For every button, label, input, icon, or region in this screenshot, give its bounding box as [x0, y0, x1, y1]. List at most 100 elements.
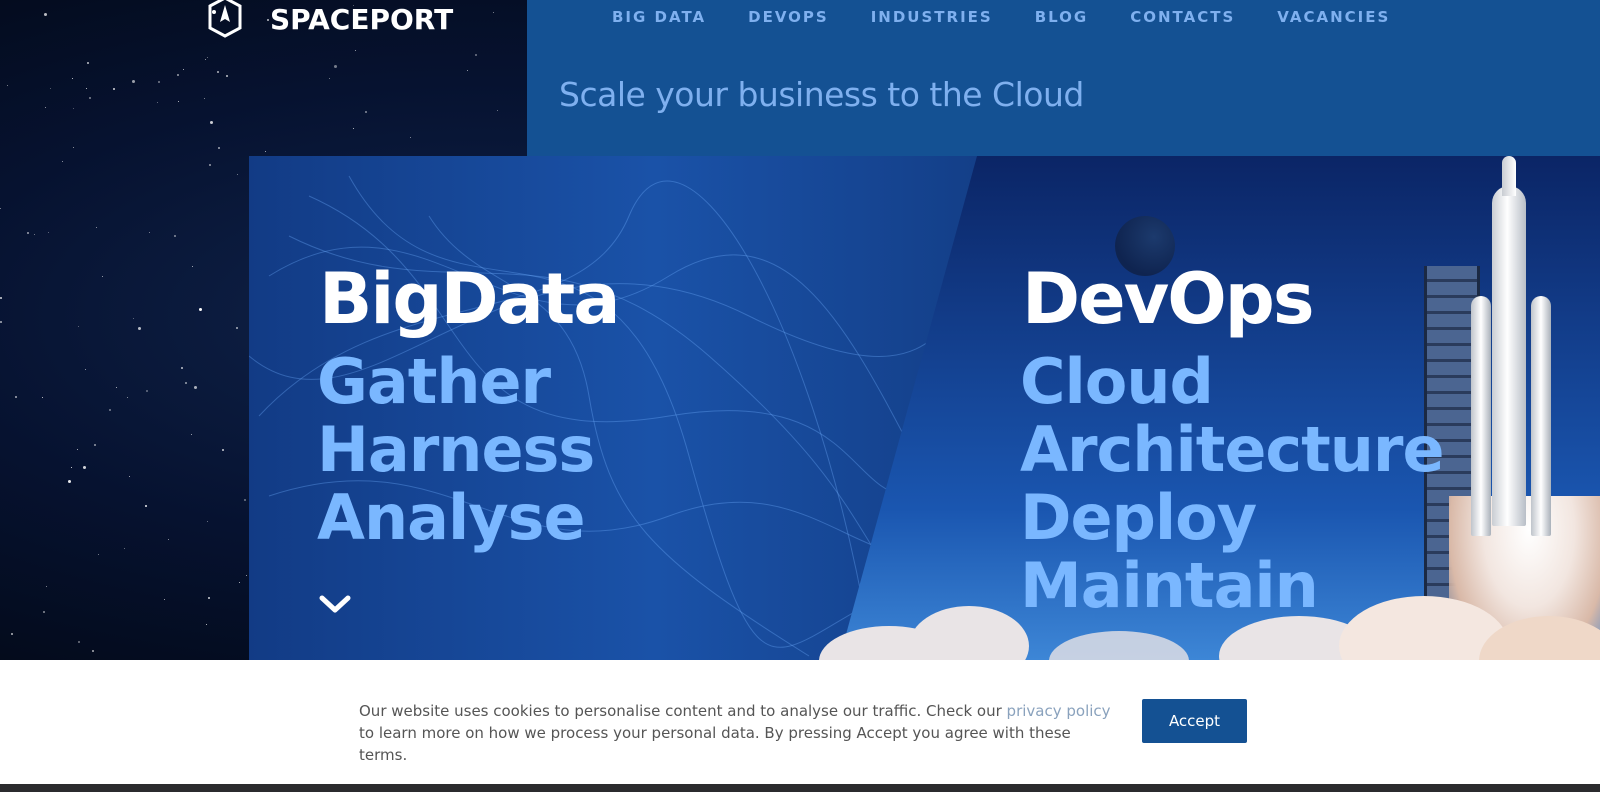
cookie-message: Our website uses cookies to personalise …: [359, 700, 1119, 766]
star: [236, 327, 238, 329]
star: [11, 633, 13, 635]
star: [15, 396, 17, 398]
star: [185, 382, 187, 384]
rocket-body: [1492, 186, 1526, 526]
star: [77, 449, 78, 450]
star: [0, 297, 2, 299]
star: [174, 235, 176, 237]
star: [78, 326, 79, 327]
star: [158, 81, 160, 83]
star: [226, 75, 228, 77]
star: [71, 467, 72, 468]
star: [157, 102, 158, 103]
star: [208, 597, 210, 599]
privacy-policy-link[interactable]: privacy policy: [1007, 702, 1111, 720]
star: [237, 174, 238, 175]
star: [222, 449, 224, 451]
star: [145, 505, 147, 507]
star: [43, 611, 45, 613]
star: [177, 74, 179, 76]
star: [45, 107, 46, 108]
star: [168, 539, 169, 540]
devops-lines: Cloud Architecture Deploy Maintain: [1020, 345, 1445, 622]
star: [183, 69, 184, 70]
window-bottom-edge: [0, 784, 1600, 792]
star: [96, 227, 97, 228]
star: [102, 276, 103, 277]
star: [94, 444, 96, 446]
star: [149, 232, 150, 233]
star: [467, 70, 468, 71]
star: [192, 266, 193, 267]
star: [138, 327, 141, 330]
star: [239, 582, 240, 583]
star: [207, 521, 208, 522]
star: [355, 50, 356, 51]
star: [46, 586, 47, 587]
main-nav: BIG DATA DEVOPS INDUSTRIES BLOG CONTACTS…: [612, 8, 1432, 26]
star: [334, 65, 337, 68]
star: [78, 641, 80, 643]
nav-item-vacancies[interactable]: VACANCIES: [1277, 8, 1390, 26]
star: [265, 151, 266, 152]
star: [146, 390, 148, 392]
star: [164, 599, 165, 600]
devops-line: Maintain: [1020, 549, 1319, 622]
star: [410, 137, 411, 138]
accept-button[interactable]: Accept: [1142, 699, 1247, 743]
bigdata-title: BigData: [319, 258, 620, 340]
nav-item-big-data[interactable]: BIG DATA: [612, 8, 706, 26]
star: [209, 164, 211, 166]
nav-item-contacts[interactable]: CONTACTS: [1130, 8, 1235, 26]
bigdata-line: Analyse: [317, 481, 586, 554]
bigdata-line: Gather: [317, 345, 551, 418]
star: [191, 434, 192, 435]
star: [116, 387, 117, 388]
star: [129, 476, 130, 477]
star: [497, 110, 498, 111]
star: [87, 62, 89, 64]
devops-line: Cloud: [1020, 345, 1214, 418]
right-booster: [1531, 296, 1551, 536]
cookie-banner: Our website uses cookies to personalise …: [0, 660, 1600, 784]
star: [50, 88, 51, 89]
chevron-down-icon[interactable]: [318, 592, 352, 616]
star: [44, 13, 47, 16]
star: [205, 59, 206, 60]
star: [133, 318, 134, 319]
cookie-text-before: Our website uses cookies to personalise …: [359, 702, 1007, 720]
star: [218, 147, 220, 149]
left-booster: [1471, 296, 1491, 536]
star: [353, 128, 354, 129]
star: [246, 575, 247, 576]
star: [113, 88, 115, 90]
star: [244, 499, 246, 501]
star: [98, 554, 99, 555]
star: [72, 78, 73, 79]
hero-section: BigData Gather Harness Analyse DevOps Cl…: [249, 156, 1600, 660]
star: [27, 232, 29, 234]
cookie-text-after: to learn more on how we process your per…: [359, 724, 1071, 764]
star: [329, 78, 330, 79]
star: [210, 121, 213, 124]
nav-item-blog[interactable]: BLOG: [1035, 8, 1089, 26]
star: [89, 97, 91, 99]
star: [68, 480, 71, 483]
bigdata-line: Harness: [317, 413, 595, 486]
nav-item-devops[interactable]: DEVOPS: [748, 8, 829, 26]
bigdata-lines: Gather Harness Analyse: [317, 345, 595, 554]
star: [132, 80, 135, 83]
star: [0, 321, 2, 323]
star: [0, 208, 1, 209]
star: [194, 386, 197, 389]
devops-line: Architecture: [1020, 413, 1445, 486]
star: [109, 409, 111, 411]
star: [73, 147, 74, 148]
logo[interactable]: SPACEPORT: [200, 0, 453, 38]
nav-item-industries[interactable]: INDUSTRIES: [871, 8, 993, 26]
star: [206, 624, 207, 625]
rocket-tip: [1502, 156, 1516, 196]
tagline: Scale your business to the Cloud: [559, 75, 1084, 114]
star: [48, 232, 49, 233]
star: [178, 101, 179, 102]
